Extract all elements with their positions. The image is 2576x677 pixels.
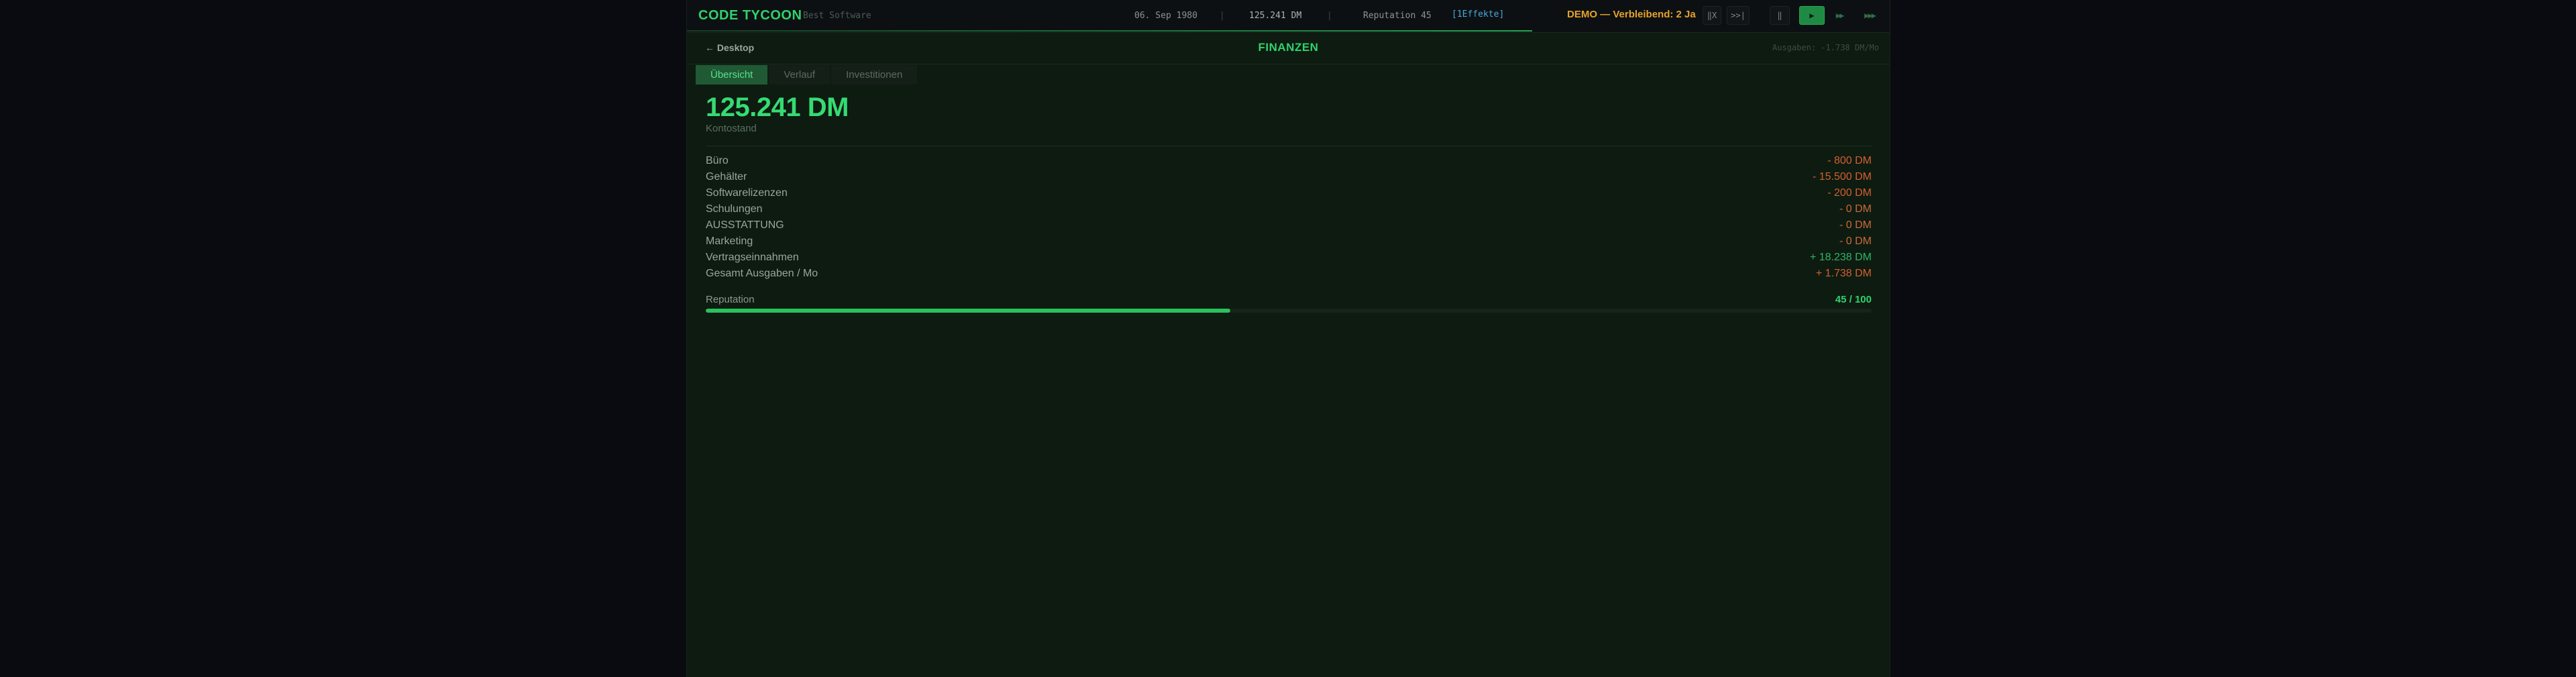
company-name: Best Software [803, 11, 871, 21]
speed-2-button[interactable]: ▶▶ [1829, 6, 1850, 25]
finance-row-marketing: Marketing - 0 DM [706, 234, 1872, 250]
row-value: + 18.238 DM [1809, 252, 1872, 263]
finance-row-salaries: Gehälter - 15.500 DM [706, 170, 1872, 186]
tab-investments[interactable]: Investitionen [831, 65, 918, 85]
row-value: - 0 DM [1839, 203, 1872, 215]
row-value: - 15.500 DM [1812, 171, 1872, 183]
demo-remaining: DEMO — Verbleibend: 2 Ja [1567, 9, 1696, 20]
reputation-label: Reputation [706, 294, 755, 305]
row-label: Schulungen [706, 203, 763, 215]
expense-rate: Ausgaben: -1.738 DM/Mo [1772, 43, 1879, 52]
row-value: - 800 DM [1827, 155, 1872, 166]
game-date: 06. Sep 1980 [1134, 11, 1197, 21]
row-label: Gesamt Ausgaben / Mo [706, 268, 818, 279]
tab-overview[interactable]: Übersicht [696, 65, 768, 85]
row-label: Gehälter [706, 171, 747, 183]
top-bar: CODE TYCOON Best Software 06. Sep 1980 |… [687, 0, 1890, 33]
reputation-bar-fill [706, 309, 1231, 313]
app-window: CODE TYCOON Best Software 06. Sep 1980 |… [686, 0, 1890, 677]
tab-bar: Übersicht Verlauf Investitionen [696, 65, 918, 85]
row-value: - 0 DM [1839, 236, 1872, 247]
row-label: Büro [706, 155, 729, 166]
effects-link[interactable]: [1Effekte] [1452, 9, 1504, 19]
top-reputation: Reputation 45 [1363, 11, 1432, 21]
finance-row-trainings: Schulungen - 0 DM [706, 202, 1872, 218]
top-balance: 125.241 DM [1249, 11, 1302, 21]
finance-row-licenses: Softwarelizenzen - 200 DM [706, 186, 1872, 202]
reputation-value: 45 / 100 [1835, 294, 1872, 305]
account-balance: 125.241 DM [706, 93, 849, 122]
row-value: + 1.738 DM [1815, 268, 1872, 279]
separator: | [1220, 11, 1225, 21]
skip-button[interactable]: >>| [1727, 6, 1750, 25]
play-button[interactable]: ▶ [1799, 6, 1825, 25]
tab-history[interactable]: Verlauf [769, 65, 830, 85]
reputation-bar [706, 309, 1872, 313]
finance-row-office: Büro - 800 DM [706, 154, 1872, 170]
back-to-desktop-link[interactable]: ← Desktop [705, 42, 754, 53]
finance-row-equipment: AUSSTATTUNG - 0 DM [706, 218, 1872, 234]
row-label: Marketing [706, 236, 753, 247]
pause-cancel-button[interactable]: ‖X [1703, 6, 1721, 25]
progress-underline [687, 30, 1532, 32]
row-label: Vertragseinnahmen [706, 252, 799, 263]
row-value: - 200 DM [1827, 187, 1872, 199]
separator: | [1327, 11, 1332, 21]
page-title: FINANZEN [1258, 41, 1319, 54]
finance-row-contract-income: Vertragseinnahmen + 18.238 DM [706, 250, 1872, 266]
finance-list: Büro - 800 DM Gehälter - 15.500 DM Softw… [706, 154, 1872, 282]
speed-3-button[interactable]: ▶▶▶ [1854, 6, 1885, 25]
pause-button[interactable]: ‖ [1770, 6, 1790, 25]
brand-logo: CODE TYCOON [698, 8, 802, 23]
finance-row-total: Gesamt Ausgaben / Mo + 1.738 DM [706, 266, 1872, 282]
account-balance-label: Kontostand [706, 123, 757, 134]
row-label: Softwarelizenzen [706, 187, 788, 199]
row-label: AUSSTATTUNG [706, 219, 784, 231]
row-value: - 0 DM [1839, 219, 1872, 231]
